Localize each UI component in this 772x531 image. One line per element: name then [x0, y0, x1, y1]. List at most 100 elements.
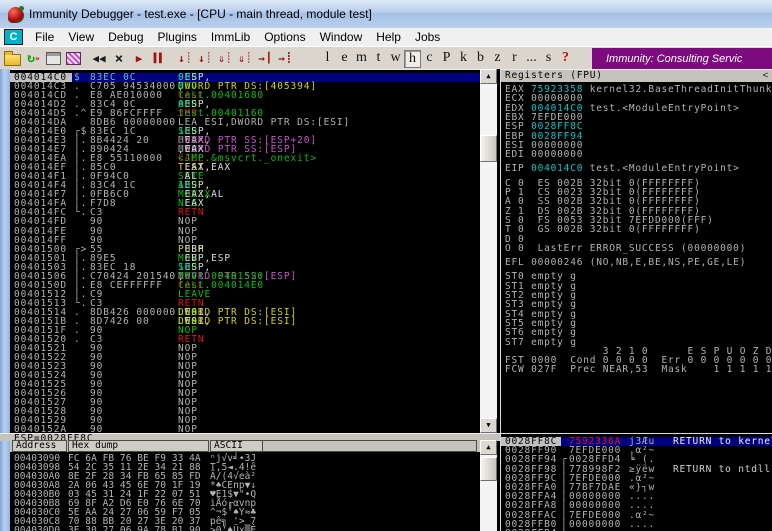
animate-into-button[interactable]: ⇓┊ — [217, 50, 233, 68]
scroll-up-button[interactable]: ▲ — [480, 440, 497, 455]
view-button-...[interactable]: ... — [523, 50, 540, 68]
disasm-bytes: 83EC 18 — [90, 263, 176, 272]
menu-options[interactable]: Options — [257, 29, 312, 45]
scroll-thumb[interactable] — [480, 457, 497, 481]
disasm-bytes: 0F94C0 — [90, 172, 176, 181]
view-button-t[interactable]: t — [370, 50, 387, 68]
menu-plugins[interactable]: Plugins — [151, 29, 204, 45]
disasm-bytes: 90 — [90, 380, 176, 389]
menu-view[interactable]: View — [61, 29, 101, 45]
view-button-w[interactable]: w — [387, 50, 404, 68]
disasm-bytes: 83EC 1C — [90, 127, 176, 136]
collapse-registers-button[interactable]: < — [762, 70, 769, 82]
disasm-row[interactable]: 0040152990NOP — [10, 416, 480, 425]
disassembly-scrollbar[interactable]: ▲ ▼ — [480, 69, 497, 433]
register-line[interactable]: EFL 00000246 (NO,NB,E,BE,NS,PE,GE,LE) — [501, 258, 772, 267]
view-button-m[interactable]: m — [353, 50, 370, 68]
disasm-bytes: C3 — [90, 335, 176, 344]
step-into-button[interactable]: ↓┊ — [177, 50, 193, 68]
scroll-thumb[interactable] — [480, 135, 497, 162]
dump-header-address[interactable]: Address — [12, 440, 67, 452]
view-button-z[interactable]: z — [489, 50, 506, 68]
stack-comment: RETURN to kernel32.75 — [673, 437, 772, 446]
disasm-row[interactable]: 0040152490NOP — [10, 371, 480, 380]
menu-window[interactable]: Window — [313, 29, 370, 45]
view-button-P[interactable]: P — [438, 50, 455, 68]
immunity-logo-icon — [8, 7, 23, 22]
dump-address: 004030D0 — [14, 526, 60, 531]
registers-pane[interactable]: Registers (FPU) < EAX 75923358 kernel32.… — [500, 69, 772, 434]
view-button-k[interactable]: k — [455, 50, 472, 68]
step-dots-icon: ┊ — [206, 53, 212, 64]
disasm-row[interactable]: 004014FE90NOP — [10, 227, 480, 236]
disasm-row[interactable]: 0040152790NOP — [10, 398, 480, 407]
view-button-s[interactable]: s — [540, 50, 557, 68]
title-bar[interactable]: Immunity Debugger - test.exe - [CPU - ma… — [0, 0, 772, 29]
disasm-bytes: F7D8 — [90, 199, 176, 208]
run-button[interactable]: ▶ — [131, 50, 147, 68]
register-line[interactable]: T 0 GS 002B 32bit 0(FFFFFFFF) — [501, 225, 772, 234]
restart-chevrons-icon: » — [35, 54, 39, 63]
disasm-bytes: 90 — [90, 362, 176, 371]
menu-help[interactable]: Help — [369, 29, 408, 45]
register-line[interactable]: FCW 027F Prec NEAR,53 Mask 1 1 1 1 1 1 — [501, 365, 772, 374]
view-button-b[interactable]: b — [472, 50, 489, 68]
disasm-bytes: 90 — [90, 389, 176, 398]
dump-scrollbar[interactable]: ▲ — [480, 440, 497, 531]
view-button-l[interactable]: l — [319, 50, 336, 68]
dump-hex: 3E 30 27 06 9A 78 B1 90 — [68, 526, 201, 531]
disasm-row[interactable]: 004014FD90NOP — [10, 217, 480, 226]
disasm-row[interactable]: 0040152190NOP — [10, 344, 480, 353]
registers-header: Registers (FPU) < — [501, 70, 772, 82]
view-button-r[interactable]: r — [506, 50, 523, 68]
restart-button[interactable]: ↻» — [25, 50, 41, 68]
disasm-bytes: 90 — [90, 236, 176, 245]
disasm-bytes: 90 — [90, 371, 176, 380]
disasm-bytes: 8DB426 000000 — [90, 308, 176, 317]
disasm-row[interactable]: 004014FC└.C3RETN — [10, 208, 480, 217]
disasm-row[interactable]: 0040152390NOP — [10, 362, 480, 371]
view-button-?[interactable]: ? — [557, 50, 574, 68]
open-file-button[interactable] — [4, 50, 21, 68]
cpu-window-system-icon[interactable]: C — [4, 29, 23, 45]
step-over-button[interactable]: ↓┊ — [197, 50, 213, 68]
view-button-c[interactable]: c — [421, 50, 438, 68]
animate-over-button[interactable]: ⇓┊ — [237, 50, 253, 68]
disasm-row[interactable]: 0040152690NOP — [10, 389, 480, 398]
menu-file[interactable]: File — [28, 29, 61, 45]
disasm-bytes: 83EC 0C — [90, 73, 176, 82]
register-line[interactable]: O 0 LastErr ERROR_SUCCESS (00000000) — [501, 244, 772, 253]
disasm-row[interactable]: 0040152890NOP — [10, 407, 480, 416]
patch-window-button[interactable] — [65, 50, 81, 68]
menu-immlib[interactable]: ImmLib — [204, 29, 257, 45]
dump-header-hex[interactable]: Hex dump — [68, 440, 209, 452]
scroll-down-button[interactable]: ▼ — [480, 418, 497, 433]
memory-dump-pane[interactable]: Address Hex dump ASCII 00403090FC 6A FB … — [10, 440, 480, 531]
close-program-button[interactable]: × — [111, 50, 127, 68]
disasm-bytes: 90 — [90, 227, 176, 236]
pause-button[interactable]: ▌▌ — [151, 50, 167, 68]
dump-header-ascii[interactable]: ASCII — [210, 440, 263, 452]
disasm-row[interactable]: 0040152590NOP — [10, 380, 480, 389]
disassembly-pane[interactable]: 004014C0$83EC 0CSUB ESP,0C004014C3.C705 … — [10, 69, 480, 434]
disasm-row[interactable]: 00401520.C3RETN — [10, 335, 480, 344]
register-line[interactable]: EDI 00000000 — [501, 150, 772, 159]
windows-button[interactable] — [45, 50, 61, 68]
run-to-user-code-button[interactable]: →┋ — [277, 50, 293, 68]
disasm-bytes: 890424 — [90, 145, 176, 154]
patch-window-icon — [66, 52, 81, 65]
menu-debug[interactable]: Debug — [101, 29, 150, 45]
execute-till-return-button[interactable]: →┃ — [257, 50, 273, 68]
step-backward-button[interactable]: ◀◀ — [91, 50, 107, 68]
disasm-row[interactable]: 0040152290NOP — [10, 353, 480, 362]
disasm-bytes: 90 — [90, 407, 176, 416]
stack-value: 00000000 — [569, 520, 621, 529]
menu-jobs[interactable]: Jobs — [408, 29, 447, 45]
dump-row[interactable]: 004030D03E 30 27 06 9A 78 B1 90>0'♠Üx▒É — [10, 526, 480, 531]
register-line[interactable]: EIP 004014C0 test.<ModuleEntryPoint> — [501, 164, 772, 173]
stack-pane[interactable]: 0028FF8C7592336Aj3ÆuRETURN to kernel32.7… — [500, 433, 772, 531]
scroll-up-button[interactable]: ▲ — [480, 69, 497, 84]
immunity-banner[interactable]: Immunity: Consulting Servic — [592, 48, 772, 69]
view-button-e[interactable]: e — [336, 50, 353, 68]
view-button-h[interactable]: h — [404, 50, 421, 68]
